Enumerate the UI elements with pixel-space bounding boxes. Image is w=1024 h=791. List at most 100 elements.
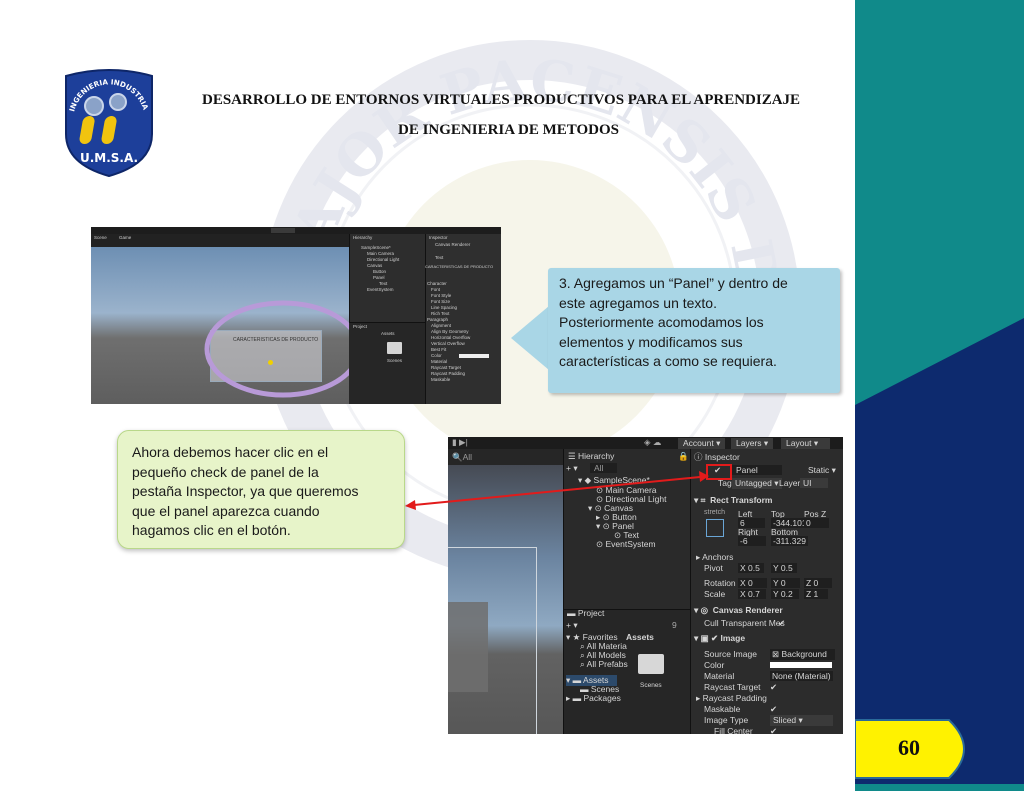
add-button[interactable]: + ▾ (566, 463, 578, 474)
scene-tab[interactable]: Scene (94, 235, 107, 240)
layer-dropdown[interactable]: UI (800, 478, 828, 488)
s1-folder-icon[interactable] (387, 342, 402, 354)
callout-step3-line: este agregamos un texto. (559, 294, 717, 311)
project-title: Project (577, 608, 605, 618)
collab-icon[interactable]: ◈ ☁ (644, 437, 661, 448)
maskable-checkbox[interactable]: ✔ (770, 704, 777, 715)
s1-prop: Raycast Target (431, 365, 461, 370)
scene-search-text: All (462, 452, 473, 462)
s1-prop: Font (431, 287, 441, 292)
step-icon[interactable]: ▮ ▶| (452, 437, 468, 448)
s1-prop: Material (431, 359, 448, 364)
right-decoration-band (855, 0, 1024, 791)
lock-icon[interactable]: 🔒 (678, 451, 689, 462)
layout-dropdown[interactable]: Layout ▾ (781, 438, 831, 449)
bottom-field[interactable]: -311.329 (771, 536, 808, 546)
source-image-value: Background (781, 649, 827, 659)
fill-center-label: Fill Center (714, 726, 753, 734)
scale-y-field[interactable]: Y 0.2 (771, 589, 799, 599)
color-swatch[interactable] (770, 662, 832, 668)
inspector-title: ⓘ Inspector (694, 452, 740, 462)
s1-assets-label: Assets (381, 331, 395, 336)
material-field[interactable]: None (Material) (770, 671, 833, 681)
s1-project-tab[interactable]: Project (353, 324, 367, 329)
scale-z-field[interactable]: Z 1 (804, 589, 829, 599)
hierarchy-title-text: Hierarchy (577, 451, 615, 461)
document-title-line-1: DESARROLLO DE ENTORNOS VIRTUALES PRODUCT… (202, 92, 801, 108)
layout-label: Layout (786, 438, 812, 448)
project-tab[interactable]: ▬ Project (567, 608, 604, 618)
raycast-target-checkbox[interactable]: ✔ (770, 682, 777, 693)
project-add-button[interactable]: + ▾ (566, 620, 578, 631)
raycast-target-label: Raycast Target (704, 682, 761, 692)
s1-prop: Best Fit (431, 347, 447, 352)
favorites-item[interactable]: ⌕ All Prefabs (580, 659, 628, 670)
raycast-padding-foldout[interactable]: ▸ Raycast Padding (696, 693, 767, 704)
right-field[interactable]: -6 (738, 536, 766, 546)
rect-transform-title: Rect Transform (710, 495, 773, 505)
posz-field[interactable]: 0 (804, 518, 829, 528)
pivot-y-field[interactable]: Y 0.5 (771, 563, 797, 573)
s1-tree-item[interactable]: Main Camera (367, 251, 394, 256)
callout-step3: 3. Agregamos un “Panel” y dentro de este… (548, 268, 840, 393)
rotation-x-field[interactable]: X 0 (738, 578, 767, 588)
s1-tree-item[interactable]: SampleScene* (361, 245, 391, 250)
object-name-field[interactable]: Panel (732, 465, 782, 475)
rect-transform-header[interactable]: ▾ ⌗ Rect Transform (694, 495, 773, 506)
pivot-x-field[interactable]: X 0.5 (738, 563, 764, 573)
image-type-value: Sliced (773, 715, 797, 725)
tag-dropdown[interactable]: Untagged ▾ (732, 478, 782, 489)
assets-item-label: Packages (583, 693, 621, 703)
image-header[interactable]: ▾ ▣ ✔ Image (694, 633, 745, 644)
s1-tree-item[interactable]: Text (379, 281, 387, 286)
project-count: 9 (672, 620, 677, 630)
pivot-label: Pivot (704, 563, 723, 573)
layers-dropdown[interactable]: Layers ▾ (731, 438, 774, 449)
image-type-dropdown[interactable]: Sliced ▾ (770, 715, 833, 726)
project-count-text: 9 (672, 620, 677, 630)
s1-tree-item[interactable]: Directional Light (367, 257, 399, 262)
cull-transparent-checkbox[interactable]: ✔ (778, 618, 785, 629)
tag-value: Untagged (735, 478, 772, 488)
game-tab[interactable]: Game (119, 235, 131, 240)
s1-prop: Maskable (431, 377, 451, 382)
s1-prop: Line Spacing (431, 305, 458, 310)
scale-x-field[interactable]: X 0.7 (738, 589, 766, 599)
scene-search[interactable]: 🔍All (452, 452, 472, 463)
callout-step3-line: características a como se requiera. (559, 353, 777, 369)
canvas-renderer-title: Canvas Renderer (712, 605, 783, 615)
folder-icon[interactable] (638, 654, 664, 674)
hierarchy-search[interactable]: All (590, 463, 618, 473)
s1-tree-item[interactable]: Panel (373, 275, 385, 280)
canvas-renderer-header[interactable]: ▾ ◎ Canvas Renderer (694, 605, 783, 616)
assets-item[interactable]: ▸ ▬ Packages (566, 693, 621, 704)
anchors-foldout[interactable]: ▸ Anchors (696, 552, 733, 563)
anchor-preset-icon[interactable] (706, 519, 724, 537)
hierarchy-title: ☰ Hierarchy (568, 451, 615, 461)
rotation-z-field[interactable]: Z 0 (804, 578, 833, 588)
rotation-y-field[interactable]: Y 0 (771, 578, 800, 588)
s1-prop: Rich Text (431, 311, 450, 316)
s1-text-value[interactable]: CARACTERISTICAS DE PRODUCTO (425, 264, 493, 269)
document-title-line-2: DE INGENIERIA DE METODOS (398, 122, 620, 138)
tag-label: Tag (718, 478, 732, 488)
static-dropdown[interactable]: Static ▾ (808, 465, 836, 476)
source-image-field[interactable]: ⊠ Background (770, 649, 835, 660)
fill-center-checkbox[interactable]: ✔ (770, 726, 777, 734)
hierarchy-item[interactable]: ⊙ EventSystem (596, 539, 656, 550)
account-dropdown[interactable]: Account ▾ (678, 438, 726, 449)
callout-note-line: pequeño check de panel de la (132, 463, 319, 480)
color-label: Color (704, 660, 725, 670)
account-label: Account (683, 438, 714, 448)
s1-tree-item[interactable]: EventSystem (367, 287, 394, 292)
hierarchy-item-label: EventSystem (605, 539, 656, 549)
s1-tree-item[interactable]: Canvas (367, 263, 382, 268)
panel-object (448, 602, 488, 692)
rotation-label: Rotation (704, 578, 736, 588)
callout-step3-line: Posteriormente acomodamos los (559, 314, 764, 330)
s1-prop: Font Size (431, 299, 451, 304)
checkmark-icon: ✔ (714, 465, 722, 475)
static-label: Static (808, 465, 830, 475)
maskable-label: Maskable (704, 704, 741, 714)
s1-tree-item[interactable]: Button (373, 269, 386, 274)
